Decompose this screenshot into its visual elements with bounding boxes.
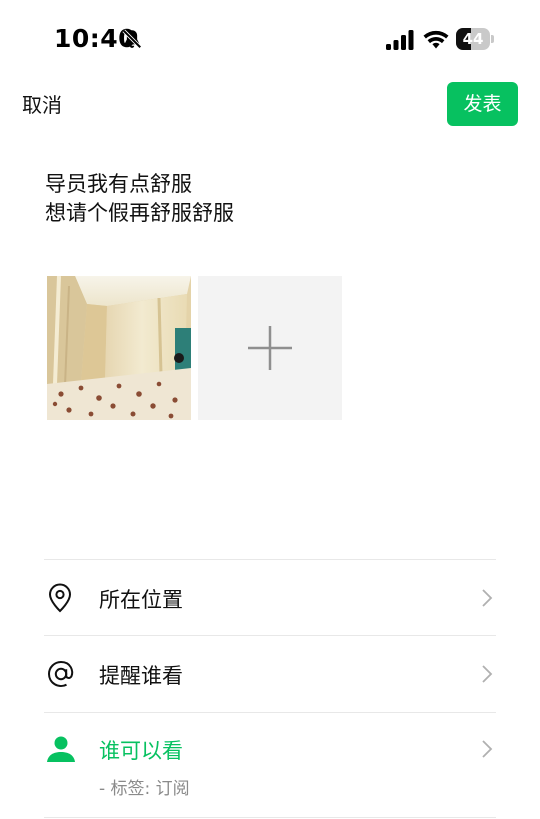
- cancel-button[interactable]: 取消: [22, 88, 62, 122]
- chevron-right-icon: [482, 589, 493, 607]
- visibility-label: 谁可以看: [99, 739, 183, 763]
- battery-level-text: 44: [462, 30, 484, 48]
- visibility-subtitle: - 标签: 订阅: [99, 779, 190, 799]
- at-icon: [47, 660, 74, 688]
- photo-image: [47, 276, 191, 420]
- wifi-icon: [423, 30, 449, 49]
- post-text-area[interactable]: 导员我有点舒服 想请个假再舒服舒服: [45, 170, 495, 228]
- status-bar: 10:40 44: [0, 0, 540, 80]
- mention-row[interactable]: 提醒谁看: [44, 636, 496, 712]
- location-row[interactable]: 所在位置: [44, 560, 496, 635]
- location-pin-icon: [48, 583, 72, 613]
- post-text-line: 导员我有点舒服: [45, 172, 192, 196]
- battery-indicator: 44: [456, 28, 494, 50]
- publish-button[interactable]: 发表: [447, 82, 518, 126]
- mention-label: 提醒谁看: [99, 664, 183, 688]
- visibility-row[interactable]: 谁可以看 - 标签: 订阅: [44, 713, 496, 817]
- chevron-right-icon: [482, 740, 493, 758]
- chevron-right-icon: [482, 665, 493, 683]
- bell-off-icon: [122, 29, 142, 49]
- plus-icon: [248, 326, 292, 370]
- divider: [44, 817, 496, 818]
- add-photo-button[interactable]: [198, 276, 342, 420]
- person-icon: [47, 736, 75, 762]
- location-label: 所在位置: [99, 588, 183, 612]
- post-text-line: 想请个假再舒服舒服: [45, 201, 234, 225]
- attached-photo[interactable]: [47, 276, 191, 420]
- signal-icon: [386, 30, 414, 50]
